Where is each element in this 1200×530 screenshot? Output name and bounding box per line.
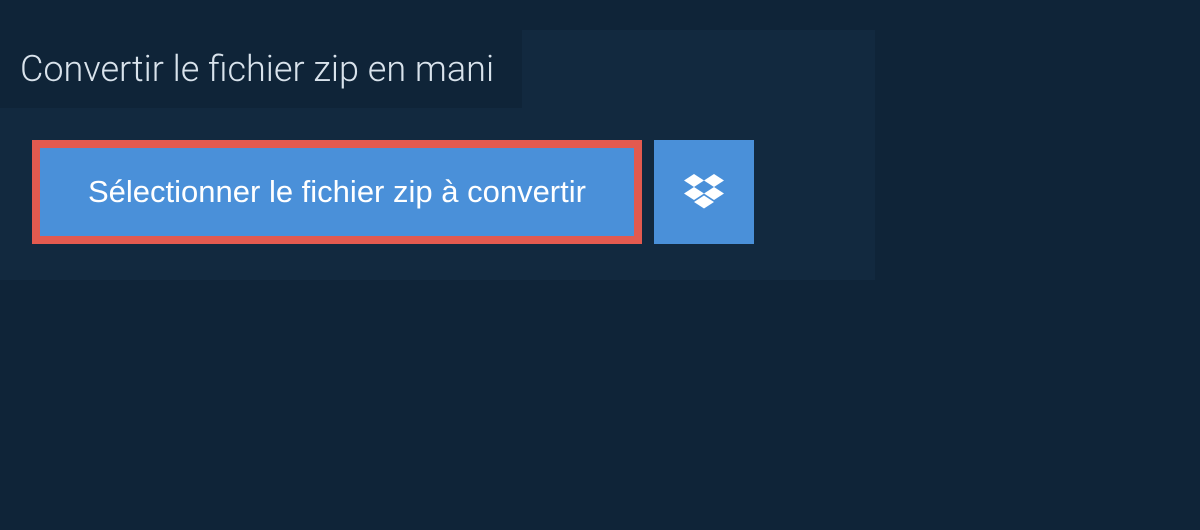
select-file-button[interactable]: Sélectionner le fichier zip à convertir	[40, 148, 634, 236]
dropbox-button[interactable]	[654, 140, 754, 244]
title-bar: Convertir le fichier zip en mani	[0, 30, 522, 108]
converter-panel: Convertir le fichier zip en mani Sélecti…	[0, 30, 875, 280]
highlight-frame: Sélectionner le fichier zip à convertir	[32, 140, 642, 244]
page-title: Convertir le fichier zip en mani	[20, 48, 494, 90]
dropbox-icon	[684, 174, 724, 210]
button-row: Sélectionner le fichier zip à convertir	[0, 108, 875, 280]
